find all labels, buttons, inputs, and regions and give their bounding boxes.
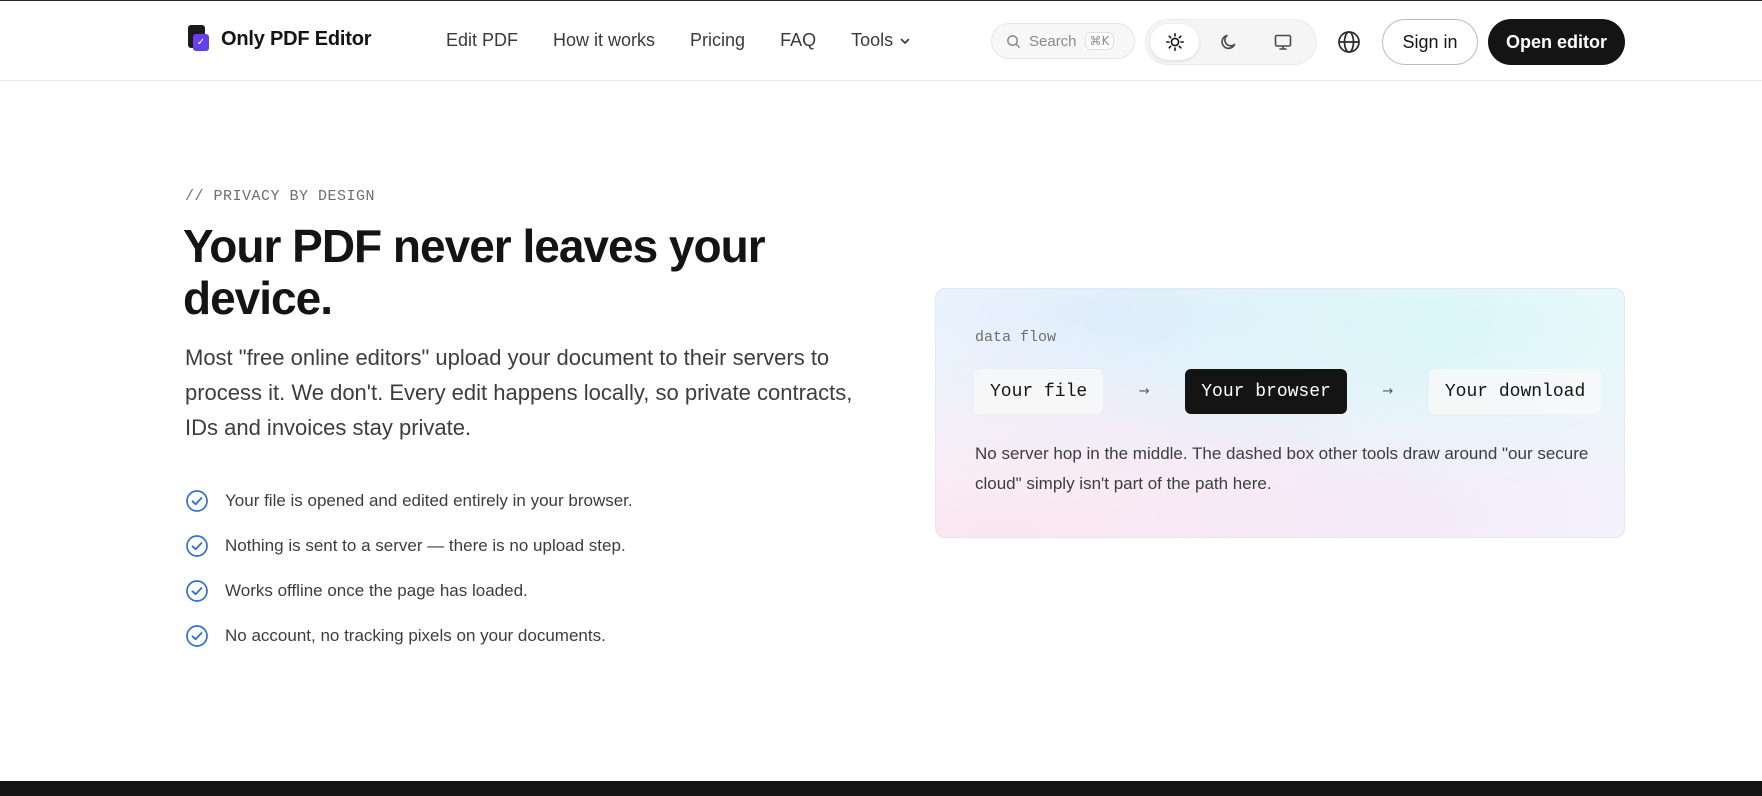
sign-in-button[interactable]: Sign in — [1382, 19, 1478, 65]
theme-switcher — [1145, 19, 1317, 65]
check-circle-icon — [186, 624, 208, 647]
nav-edit-pdf[interactable]: Edit PDF — [446, 30, 518, 51]
moon-icon — [1220, 34, 1235, 50]
footer-band — [0, 781, 1762, 796]
main-nav: Edit PDF How it works Pricing FAQ Tools — [446, 30, 946, 51]
feature-text: Works offline once the page has loaded. — [225, 580, 528, 600]
nav-tools-label: Tools — [851, 30, 894, 50]
globe-icon — [1338, 31, 1360, 53]
logo[interactable]: ✓ Only PDF Editor — [185, 25, 372, 53]
chevron-down-icon — [900, 38, 910, 44]
nav-pricing[interactable]: Pricing — [690, 30, 745, 51]
flow-node-file: Your file — [974, 369, 1104, 414]
card-note: No server hop in the middle. The dashed … — [975, 444, 1589, 493]
nav-faq[interactable]: FAQ — [780, 30, 816, 51]
feature-text: Nothing is sent to a server — there is n… — [225, 535, 626, 555]
page-title: Your PDF never leaves your device. — [183, 220, 766, 324]
feature-text: Your file is opened and edited entirely … — [225, 490, 633, 510]
feature-text: No account, no tracking pixels on your d… — [225, 625, 606, 645]
nav-tools[interactable]: Tools — [851, 30, 911, 51]
open-editor-button[interactable]: Open editor — [1488, 19, 1625, 65]
flow-diagram: Your file → Your browser → Your download — [974, 369, 1602, 414]
list-item: Your file is opened and edited entirely … — [185, 478, 633, 523]
search-placeholder: Search — [1029, 32, 1077, 50]
search-shortcut: ⌘K — [1084, 32, 1115, 50]
language-button[interactable] — [1336, 29, 1362, 55]
logo-text: Only PDF Editor — [221, 27, 372, 50]
search-button[interactable]: Search ⌘K — [991, 23, 1135, 59]
check-circle-icon — [186, 489, 208, 512]
monitor-icon — [1274, 34, 1291, 50]
arrow-right-icon: → — [1382, 384, 1394, 399]
flow-node-browser: Your browser — [1185, 369, 1347, 414]
theme-system-button[interactable] — [1258, 24, 1307, 60]
logo-icon: ✓ — [185, 25, 211, 53]
theme-dark-button[interactable] — [1204, 24, 1253, 60]
check-circle-icon — [186, 534, 208, 557]
card-label: data flow — [975, 329, 1057, 346]
list-item: Works offline once the page has loaded. — [185, 568, 633, 613]
list-item: No account, no tracking pixels on your d… — [185, 613, 633, 658]
list-item: Nothing is sent to a server — there is n… — [185, 523, 633, 568]
flow-node-download: Your download — [1428, 369, 1602, 414]
site-header: ✓ Only PDF Editor Edit PDF How it works … — [0, 1, 1762, 81]
section-eyebrow: // PRIVACY BY DESIGN — [185, 188, 376, 205]
search-icon — [1007, 34, 1020, 48]
hero-description: Most "free online editors" upload your d… — [185, 345, 853, 440]
nav-how-it-works[interactable]: How it works — [553, 30, 655, 51]
theme-light-button[interactable] — [1150, 24, 1199, 60]
check-circle-icon — [186, 579, 208, 602]
feature-list: Your file is opened and edited entirely … — [185, 478, 633, 658]
light-icon — [1165, 33, 1184, 51]
data-flow-card: data flow Your file → Your browser → You… — [935, 288, 1625, 538]
arrow-right-icon: → — [1138, 384, 1150, 399]
